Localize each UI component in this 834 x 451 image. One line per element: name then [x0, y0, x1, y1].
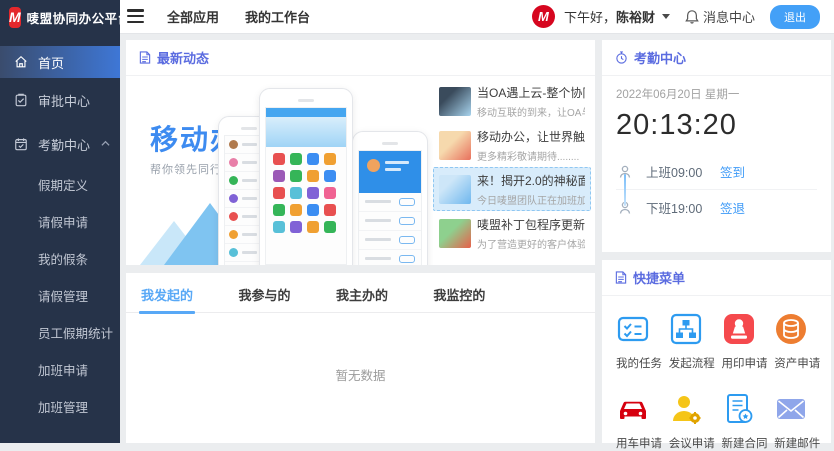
- calendar-icon: [14, 137, 28, 151]
- sidebar-item-home[interactable]: 首页: [0, 46, 120, 78]
- attendance-clock: 20:13:20: [616, 109, 817, 142]
- news-thumbnail: [439, 219, 471, 248]
- sidebar-sub-overtime-management[interactable]: 加班管理: [0, 388, 120, 425]
- sidebar-sub-leave-request[interactable]: 请假申请: [0, 203, 120, 240]
- tab-hosted-by-me[interactable]: 我主办的: [334, 273, 390, 314]
- latest-news-header: 最新动态: [126, 40, 595, 76]
- message-center[interactable]: 消息中心: [685, 7, 755, 26]
- sidebar-item-label: 首页: [38, 53, 64, 72]
- news-list: 当OA遇上云-整个协同OA移动互联的到来，让OA与云 移动办公，让世界触手可更多…: [433, 76, 595, 265]
- latest-news-panel: 最新动态 移动办公 帮你领先同行 把工作带出办公室 当OA遇上云-整个协同OA移…: [126, 40, 595, 265]
- phone-mockup-center: [259, 88, 353, 265]
- quick-my-tasks[interactable]: 我的任务: [612, 312, 665, 371]
- news-thumbnail: [439, 87, 471, 116]
- news-item-selected[interactable]: 来！揭开2.0的神秘面纱-今日唛盟团队正在加班加点，: [433, 167, 591, 211]
- username: 陈裕财: [616, 10, 655, 25]
- document-icon: [615, 271, 627, 284]
- stamp-icon: [722, 312, 756, 346]
- contract-icon: [722, 392, 756, 426]
- phone-mockup-right: [352, 131, 428, 265]
- home-icon: [14, 55, 28, 69]
- sidebar-item-label: 考勤中心: [38, 135, 90, 154]
- news-thumbnail: [439, 131, 471, 160]
- quick-grid: 我的任务 发起流程 用印申请 资产申请 用车申请 会议申请 新建合同 新建邮件: [602, 296, 831, 451]
- sidebar-sub-employee-holiday-stats[interactable]: 员工假期统计: [0, 314, 120, 351]
- brand-name: 唛盟协同办公平台: [27, 8, 131, 27]
- attendance-panel: 考勤中心 2022年06月20日 星期一 20:13:20 上班09:00 签到…: [602, 40, 831, 252]
- top-header: M 唛盟协同办公平台 全部应用 我的工作台 M 下午好，陈裕财 消息中心 退出: [0, 0, 834, 34]
- document-icon: [139, 51, 151, 64]
- quick-new-contract[interactable]: 新建合同: [718, 392, 771, 451]
- news-item[interactable]: 移动办公，让世界触手可更多精彩敬请期待........: [433, 123, 591, 167]
- logout-button[interactable]: 退出: [770, 5, 820, 29]
- sidebar-item-approval-center[interactable]: 审批中心: [0, 78, 120, 122]
- check-out-label: 下班19:00: [646, 198, 720, 217]
- chevron-up-icon: [101, 140, 110, 147]
- chevron-down-icon[interactable]: [662, 14, 670, 19]
- nav-my-workbench[interactable]: 我的工作台: [245, 7, 310, 26]
- sidebar-item-attendance-center[interactable]: 考勤中心: [0, 122, 120, 166]
- latest-news-title: 最新动态: [157, 48, 209, 67]
- sidebar: 首页 审批中心 考勤中心 假期定义 请假申请 我的假条 请假管理 员工假期统计 …: [0, 33, 120, 443]
- stopwatch-icon: [615, 51, 628, 64]
- person-gear-icon: [669, 392, 703, 426]
- news-thumbnail: [439, 175, 471, 204]
- quick-start-flow[interactable]: 发起流程: [665, 312, 718, 371]
- car-icon: [616, 392, 650, 426]
- tab-initiated-by-me[interactable]: 我发起的: [139, 273, 195, 314]
- banner-illustration[interactable]: 移动办公 帮你领先同行 把工作带出办公室: [126, 76, 433, 265]
- quick-menu-panel: 快捷菜单 我的任务 发起流程 用印申请 资产申请 用车申请 会议申请 新建合: [602, 260, 831, 443]
- attendance-date: 2022年06月20日 星期一: [616, 86, 817, 102]
- header-right: M 下午好，陈裕财 消息中心 退出: [532, 0, 820, 33]
- greeting[interactable]: 下午好，陈裕财: [564, 7, 655, 26]
- empty-state-text: 暂无数据: [126, 365, 595, 384]
- flows-tabbar: 我发起的 我参与的 我主办的 我监控的: [126, 273, 595, 313]
- brand-logo-icon: M: [9, 7, 21, 28]
- news-item[interactable]: 当OA遇上云-整个协同OA移动互联的到来，让OA与云: [433, 79, 591, 123]
- top-nav: 全部应用 我的工作台: [167, 0, 310, 33]
- check-out-link[interactable]: 签退: [720, 198, 745, 217]
- news-item[interactable]: 唛盟补丁包程序更新为了营造更好的客户体验，唛: [433, 211, 591, 255]
- brand: M 唛盟协同办公平台: [0, 0, 120, 34]
- sidebar-sub-holiday-definition[interactable]: 假期定义: [0, 166, 120, 203]
- message-center-label: 消息中心: [703, 7, 755, 26]
- quick-menu-header: 快捷菜单: [602, 260, 831, 296]
- check-in-label: 上班09:00: [646, 162, 720, 181]
- quick-menu-title: 快捷菜单: [633, 268, 685, 287]
- quick-asset-request[interactable]: 资产申请: [770, 312, 823, 371]
- quick-vehicle-request[interactable]: 用车申请: [612, 392, 665, 451]
- sidebar-sub-overtime-request[interactable]: 加班申请: [0, 351, 120, 388]
- hamburger-menu-icon[interactable]: [127, 9, 144, 23]
- bell-icon: [685, 9, 699, 24]
- sidebar-sub-leave-management[interactable]: 请假管理: [0, 277, 120, 314]
- tab-participated-by-me[interactable]: 我参与的: [236, 273, 292, 314]
- nav-all-apps[interactable]: 全部应用: [167, 7, 219, 26]
- attendance-rows: 上班09:00 签到 下班19:00 签退: [616, 154, 817, 225]
- clipboard-icon: [14, 93, 28, 107]
- quick-new-mail[interactable]: 新建邮件: [770, 392, 823, 451]
- envelope-icon: [774, 392, 808, 426]
- tasks-icon: [616, 312, 650, 346]
- attendance-header: 考勤中心: [602, 40, 831, 76]
- quick-seal-request[interactable]: 用印申请: [718, 312, 771, 371]
- check-out-row: 下班19:00 签退: [616, 189, 817, 225]
- sidebar-item-label: 审批中心: [38, 91, 90, 110]
- check-in-link[interactable]: 签到: [720, 162, 745, 181]
- my-flows-panel: 我发起的 我参与的 我主办的 我监控的 暂无数据: [126, 273, 595, 443]
- avatar[interactable]: M: [532, 5, 555, 28]
- check-in-row: 上班09:00 签到: [616, 154, 817, 189]
- database-icon: [774, 312, 808, 346]
- tab-monitored-by-me[interactable]: 我监控的: [431, 273, 487, 314]
- timeline-connector: [624, 174, 626, 206]
- sidebar-sub-my-leave-notes[interactable]: 我的假条: [0, 240, 120, 277]
- flowchart-icon: [669, 312, 703, 346]
- quick-meeting-request[interactable]: 会议申请: [665, 392, 718, 451]
- attendance-title: 考勤中心: [634, 48, 686, 67]
